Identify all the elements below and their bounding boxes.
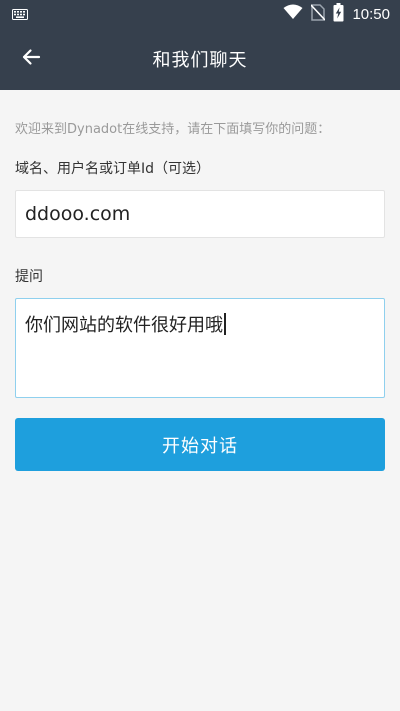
question-textarea-value: 你们网站的软件很好用哦 <box>25 315 223 336</box>
start-chat-button[interactable]: 开始对话 <box>15 418 385 471</box>
domain-input[interactable]: ddooo.com <box>15 190 385 238</box>
domain-label: 域名、用户名或订单Id（可选） <box>15 161 211 177</box>
text-cursor <box>224 313 226 335</box>
chat-form: 欢迎来到Dynadot在线支持，请在下面填写你的问题： 域名、用户名或订单Id（… <box>0 90 400 711</box>
status-left <box>12 5 28 24</box>
battery-charging-icon <box>333 2 344 26</box>
status-bar: 10:50 <box>0 0 400 28</box>
domain-input-value: ddooo.com <box>25 203 131 225</box>
keyboard-icon <box>12 5 28 24</box>
arrow-left-icon <box>21 47 41 71</box>
no-sim-icon <box>310 3 327 25</box>
status-right: 10:50 <box>283 2 390 26</box>
question-textarea[interactable]: 你们网站的软件很好用哦 <box>15 298 385 398</box>
status-time: 10:50 <box>352 5 390 23</box>
back-button[interactable] <box>14 42 48 76</box>
question-label: 提问 <box>15 269 43 285</box>
app-bar: 和我们聊天 <box>0 28 400 90</box>
page-title: 和我们聊天 <box>152 50 248 71</box>
wifi-icon <box>283 4 303 24</box>
intro-text: 欢迎来到Dynadot在线支持，请在下面填写你的问题： <box>15 122 331 137</box>
